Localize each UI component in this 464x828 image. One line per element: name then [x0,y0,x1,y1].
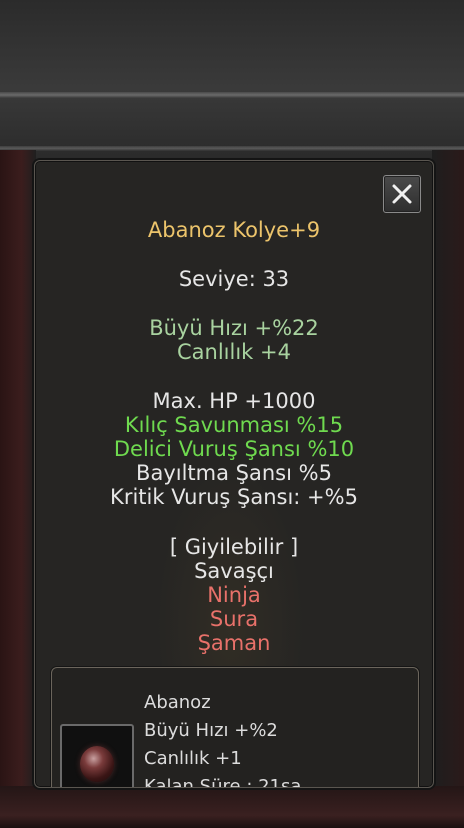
item-level: Seviye: 33 [178,267,290,291]
gem-icon [80,746,114,782]
close-button[interactable] [383,175,421,213]
base-stat: Canlılık +4 [177,340,291,364]
bonus-stat: Max. HP +1000 [152,389,316,413]
class-restricted: Şaman [197,631,271,655]
base-stat: Büyü Hızı +%22 [149,316,319,340]
class-restricted: Ninja [207,583,261,607]
background-divider [0,92,464,98]
background-right-edge [432,150,464,790]
attached-stat: Büyü Hızı +%2 [144,720,278,741]
attached-name: Abanoz [144,692,211,713]
background-top [0,0,464,160]
wearable-label: [ Giyilebilir ] [169,535,299,559]
background-bottom [0,786,464,828]
bonus-stat: Kritik Vuruş Şansı: +%5 [110,485,358,509]
background-left-edge [0,150,36,790]
attached-duration: Kalan Süre : 21sa [144,776,302,788]
item-tooltip: Abanoz Kolye+9 Seviye: 33 Büyü Hızı +%22… [34,160,434,788]
bonus-stat: Kılıç Savunması %15 [124,413,344,437]
class-restricted: Sura [209,607,259,631]
attached-item-panel: Abanoz Büyü Hızı +%2 Canlılık +1 Kalan S… [51,667,419,788]
background-divider-lower [0,146,464,151]
attached-stat: Canlılık +1 [144,748,242,769]
close-icon [392,184,412,204]
bonus-stat: Bayıltma Şansı %5 [136,461,332,485]
item-slot[interactable] [60,724,134,787]
bonus-stat: Delici Vuruş Şansı %10 [113,437,355,461]
class-allowed: Savaşçı [194,559,274,583]
item-name: Abanoz Kolye+9 [147,218,321,242]
